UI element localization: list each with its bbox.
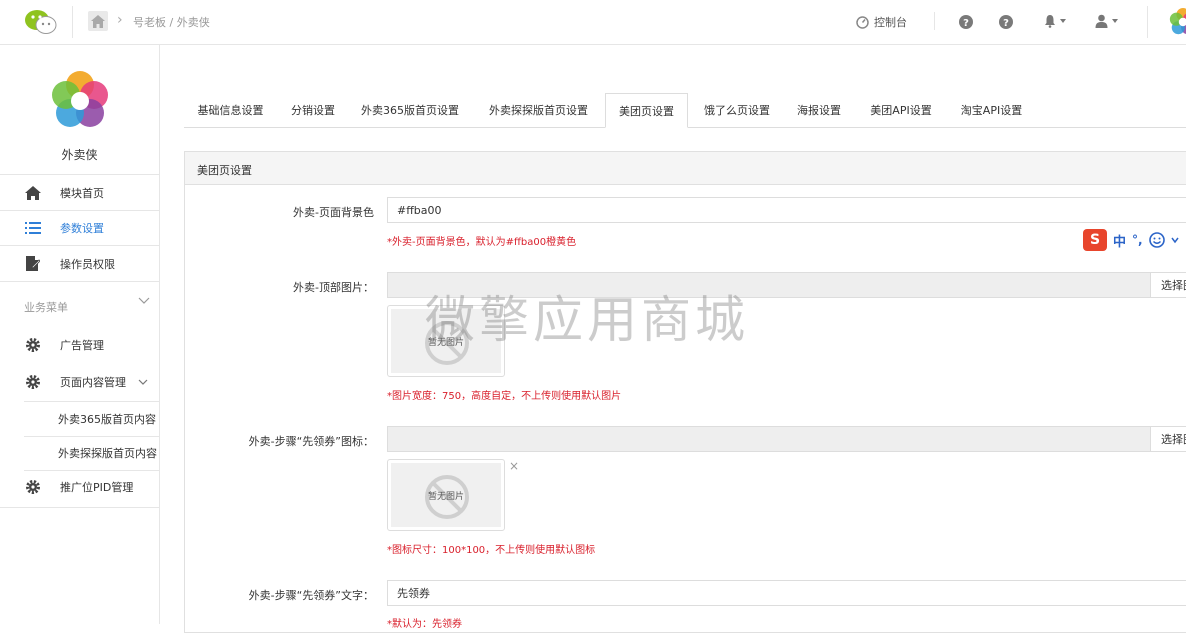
tab-eleme[interactable]: 饿了么页设置 — [692, 93, 782, 127]
field-label: 外卖-顶部图片： — [293, 281, 374, 294]
panel-header: 美团页设置 — [185, 152, 1186, 185]
tab-basic-info[interactable]: 基础信息设置 — [184, 93, 277, 127]
breadcrumb[interactable]: 号老板 / 外卖侠 — [133, 14, 210, 30]
watermark: 微擎应用商城 — [425, 291, 749, 349]
home-icon — [91, 14, 105, 28]
sidebar-subitem-tantan-home[interactable]: 外卖探探版首页内容 — [24, 436, 159, 471]
sidebar-subitem-label: 外卖探探版首页内容 — [58, 447, 157, 460]
settings-tabs: 基础信息设置 分销设置 外卖365版首页设置 外卖探探版首页设置 美团页设置 饿… — [184, 93, 1186, 128]
sidebar-item-settings[interactable]: 参数设置 — [0, 210, 159, 246]
sidebar-item-label: 模块首页 — [60, 186, 104, 200]
help-icon[interactable]: ? — [999, 15, 1013, 29]
list-icon — [24, 219, 42, 237]
coupon-text-input[interactable]: 先领券 — [387, 580, 1186, 606]
console-label: 控制台 — [874, 16, 907, 29]
svg-text:?: ? — [1003, 18, 1009, 29]
tab-taobao-api[interactable]: 淘宝API设置 — [951, 93, 1032, 127]
tab-poster[interactable]: 海报设置 — [788, 93, 850, 127]
sidebar-item-pid-management[interactable]: 推广位PID管理 — [0, 470, 159, 504]
sidebar-item-label: 页面内容管理 — [60, 376, 126, 389]
user-dropdown[interactable] — [1095, 14, 1118, 28]
top-bar: › 号老板 / 外卖侠 控制台 ? ? — [0, 0, 1186, 45]
gear-icon — [24, 336, 42, 354]
no-image-text: 暂无图片 — [427, 491, 464, 502]
emoji-icon[interactable] — [1148, 232, 1165, 248]
tab-tantan-home[interactable]: 外卖探探版首页设置 — [475, 93, 602, 127]
edit-document-icon — [24, 255, 42, 273]
sidebar-item-label: 推广位PID管理 — [60, 481, 134, 494]
coupon-icon-path-input — [387, 426, 1186, 452]
chevron-down-icon[interactable] — [138, 297, 150, 305]
app-logo-icon — [52, 71, 108, 127]
field-label: 外卖-页面背景色 — [293, 206, 374, 219]
app-name: 外卖侠 — [61, 148, 98, 162]
select-image-button[interactable]: 选择图片 — [1150, 426, 1186, 452]
sidebar: 外卖侠 模块首页 参数设置 操作员权限 业务菜单 广告管理 页面内容管理 外卖3… — [0, 45, 160, 624]
ime-logo-icon[interactable]: S — [1083, 229, 1107, 251]
gear-icon — [24, 373, 42, 391]
home-button[interactable] — [88, 11, 108, 31]
gear-icon — [24, 478, 42, 496]
help-icon[interactable]: ? — [959, 15, 973, 29]
chevron-down-icon[interactable] — [1170, 236, 1179, 244]
sidebar-item-label: 广告管理 — [60, 339, 104, 352]
panel-title: 美团页设置 — [197, 164, 252, 177]
bg-color-input[interactable]: #ffba00 — [387, 197, 1186, 223]
section-title: 业务菜单 — [24, 301, 68, 314]
divider — [0, 507, 159, 508]
caret-down-icon — [1112, 19, 1118, 23]
dashboard-icon — [856, 15, 869, 29]
close-icon[interactable]: × — [509, 459, 519, 473]
sidebar-item-label: 参数设置 — [60, 221, 104, 235]
field-label: 外卖-步骤“先领券”图标： — [248, 435, 374, 448]
ime-toolbar[interactable]: S 中 °, — [1083, 228, 1186, 252]
bell-icon — [1045, 15, 1055, 28]
settings-panel: 美团页设置 — [184, 151, 1186, 633]
sidebar-item-page-content[interactable]: 页面内容管理 — [0, 365, 159, 399]
divider — [72, 6, 73, 38]
chevron-right-icon: › — [117, 12, 123, 28]
field-hint: *图片宽度：750，高度自定，不上传则使用默认图片 — [387, 391, 622, 402]
tab-distribution[interactable]: 分销设置 — [280, 93, 346, 127]
chevron-down-icon — [138, 379, 148, 385]
svg-text:?: ? — [963, 18, 969, 29]
tab-meituan-api[interactable]: 美团API设置 — [859, 93, 943, 127]
sidebar-item-module-home[interactable]: 模块首页 — [0, 174, 159, 211]
sidebar-subitem-365-home[interactable]: 外卖365版首页内容 — [24, 401, 159, 437]
field-label: 外卖-步骤“先领券”文字： — [248, 589, 374, 602]
sidebar-item-ad-management[interactable]: 广告管理 — [0, 328, 159, 362]
field-hint: *图标尺寸：100*100，不上传则使用默认图标 — [387, 545, 596, 556]
console-link[interactable]: 控制台 — [856, 14, 907, 30]
sidebar-subitem-label: 外卖365版首页内容 — [58, 413, 156, 426]
caret-down-icon — [1060, 19, 1066, 23]
tab-365-home[interactable]: 外卖365版首页设置 — [350, 93, 470, 127]
image-preview: 暂无图片 — [387, 459, 505, 531]
user-icon — [1095, 14, 1108, 28]
sidebar-item-label: 操作员权限 — [60, 257, 115, 271]
tab-meituan[interactable]: 美团页设置 — [605, 93, 688, 128]
app-logo-icon[interactable] — [1168, 7, 1186, 37]
sidebar-item-operator-permissions[interactable]: 操作员权限 — [0, 246, 159, 282]
ime-punctuation-toggle[interactable]: °, — [1132, 233, 1143, 247]
divider — [934, 12, 935, 30]
field-hint: *默认为：先领券 — [387, 619, 462, 630]
notifications-dropdown[interactable] — [1044, 14, 1066, 28]
divider — [1147, 6, 1148, 38]
select-image-button[interactable]: 选择图片 — [1150, 272, 1186, 298]
home-icon — [24, 184, 42, 202]
ime-language-toggle[interactable]: 中 — [1113, 231, 1126, 250]
field-hint: *外卖-页面背景色，默认为#ffba00橙黄色 — [387, 237, 577, 248]
wechat-logo-icon[interactable] — [24, 9, 58, 35]
